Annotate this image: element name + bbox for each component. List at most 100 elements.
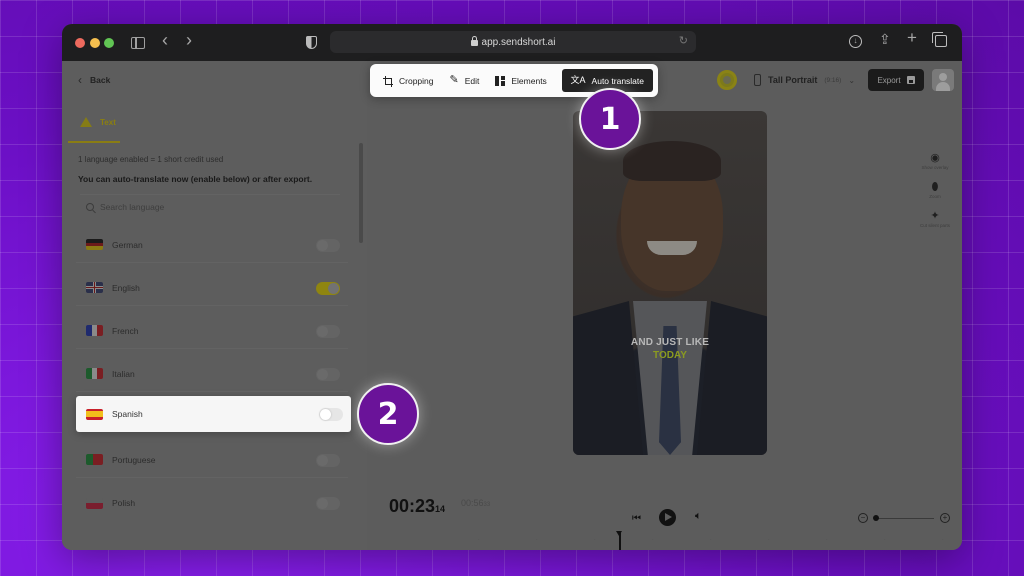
toggle-english[interactable]: [316, 282, 340, 295]
ruler-tick: ·: [942, 537, 944, 543]
reload-icon[interactable]: ↻: [679, 34, 688, 47]
ruler-tick: ·: [768, 537, 770, 543]
language-row-polish: Polish: [76, 485, 348, 521]
flag-poland-icon: [86, 497, 103, 509]
credit-info: 1 language enabled = 1 short credit used: [78, 155, 224, 164]
skip-back-icon[interactable]: ⏮: [632, 513, 641, 524]
tab-cropping[interactable]: Cropping: [375, 69, 442, 92]
toggle-german[interactable]: [316, 239, 340, 252]
playhead[interactable]: [616, 531, 622, 550]
language-row-italian: Italian: [76, 356, 348, 392]
zoom-out-icon[interactable]: −: [858, 513, 868, 523]
app-area: ‹ Back Text 1 language enabled = 1 short…: [62, 61, 962, 550]
tab-text[interactable]: Text: [80, 117, 116, 127]
language-name: Italian: [112, 368, 135, 379]
caption-line-1[interactable]: AND JUST LIKE: [573, 337, 767, 348]
annotation-badge-2: 2: [357, 383, 419, 445]
zoom-tool-button[interactable]: ⬮ Zoom: [929, 180, 941, 199]
format-label: Tall Portrait: [768, 75, 818, 85]
eye-icon: ◉: [930, 152, 940, 164]
sidebar-toggle-icon[interactable]: [131, 37, 145, 49]
side-tool-label: Show overlay: [921, 165, 949, 170]
scrollbar[interactable]: [359, 143, 363, 243]
tab-text-label: Text: [100, 117, 116, 127]
ruler-tick: ·: [594, 537, 596, 543]
toggle-italian[interactable]: [316, 368, 340, 381]
flag-portugal-icon: [86, 454, 103, 465]
language-name: German: [112, 239, 143, 250]
address-bar[interactable]: app.sendshort.ai ↻: [330, 31, 696, 53]
phone-icon: [754, 74, 761, 86]
ruler-tick: ·: [478, 537, 480, 543]
back-label: Back: [90, 75, 111, 85]
language-name: Portuguese: [112, 454, 156, 465]
tab-elements[interactable]: Elements: [487, 69, 554, 92]
maximize-window-button[interactable]: [104, 38, 114, 48]
browser-window: ‹ › app.sendshort.ai ↻ ↓ ⇪ + ‹ Back Text…: [62, 24, 962, 550]
side-tool-label: Zoom: [929, 194, 941, 199]
timeline-zoom-slider[interactable]: [874, 518, 934, 519]
caption-line-2[interactable]: TODAY: [573, 350, 767, 361]
annotation-badge-1: 1: [579, 88, 641, 150]
tab-label: Auto translate: [591, 75, 644, 86]
tabs-overview-icon[interactable]: [932, 32, 947, 47]
toggle-spanish[interactable]: [319, 408, 343, 421]
play-button[interactable]: [659, 509, 676, 526]
back-icon[interactable]: ‹: [162, 31, 168, 49]
side-tools: ◉ Show overlay ⬮ Zoom ✦ Cut silent parts: [920, 151, 950, 228]
translate-icon: 文A: [570, 75, 586, 85]
language-row-german: German: [76, 227, 348, 263]
flag-germany-icon: [86, 239, 103, 250]
language-row-french: French: [76, 313, 348, 349]
video-preview[interactable]: AND JUST LIKE TODAY: [573, 111, 767, 455]
format-selector[interactable]: Tall Portrait (9:16) ⌄: [754, 70, 855, 90]
browser-chrome: ‹ › app.sendshort.ai ↻ ↓ ⇪ +: [62, 24, 962, 61]
show-overlay-button[interactable]: ◉ Show overlay: [921, 151, 948, 170]
warning-icon: [80, 117, 92, 127]
sparkle-icon: ✦: [930, 210, 940, 222]
tab-edit[interactable]: ✎ Edit: [442, 69, 488, 92]
language-row-portuguese: Portuguese: [76, 442, 348, 478]
forward-icon[interactable]: ›: [186, 31, 192, 49]
url-text: app.sendshort.ai: [481, 36, 556, 48]
ruler-tick: ·: [710, 537, 712, 543]
back-button[interactable]: ‹ Back: [72, 69, 116, 91]
toggle-portuguese[interactable]: [316, 454, 340, 467]
lock-icon: [470, 36, 478, 46]
toggle-french[interactable]: [316, 325, 340, 338]
language-name: Polish: [112, 498, 136, 508]
tab-label: Cropping: [399, 75, 434, 86]
chevron-down-icon: ⌄: [848, 75, 856, 85]
download-icon[interactable]: ↓: [849, 35, 862, 48]
language-search-input[interactable]: Search language: [80, 194, 340, 218]
layout-icon: [495, 75, 506, 86]
volume-icon[interactable]: 🔈︎: [695, 510, 702, 523]
minimize-window-button[interactable]: [90, 38, 100, 48]
language-name: French: [112, 325, 139, 336]
credits-indicator-icon[interactable]: [717, 70, 737, 90]
share-icon[interactable]: ⇪: [879, 30, 891, 48]
language-row-spanish: Spanish: [76, 396, 351, 432]
shield-icon[interactable]: [306, 36, 317, 49]
export-button[interactable]: Export: [868, 69, 924, 91]
timeline-ruler: ··········: [434, 537, 944, 547]
flag-italy-icon: [86, 368, 103, 379]
total-time: 00:5633: [461, 498, 491, 508]
language-row-english: English: [76, 270, 348, 306]
flag-spain-icon: [86, 408, 103, 420]
user-avatar[interactable]: [932, 69, 954, 91]
new-tab-icon[interactable]: +: [907, 29, 917, 47]
close-window-button[interactable]: [75, 38, 85, 48]
pencil-icon: ✎: [449, 74, 459, 86]
zoom-in-icon[interactable]: +: [940, 513, 950, 523]
cut-silent-parts-button[interactable]: ✦ Cut silent parts: [920, 209, 950, 228]
timeline-zoom-thumb[interactable]: [873, 515, 879, 521]
current-time: 00:2314: [389, 496, 446, 516]
toggle-polish[interactable]: [316, 497, 340, 510]
flag-france-icon: [86, 325, 103, 336]
chevron-left-icon: ‹: [78, 73, 82, 87]
crop-icon: [383, 75, 393, 87]
side-tool-label: Cut silent parts: [920, 223, 951, 228]
ruler-tick: ·: [652, 537, 654, 543]
format-ratio: (9:16): [824, 76, 842, 84]
